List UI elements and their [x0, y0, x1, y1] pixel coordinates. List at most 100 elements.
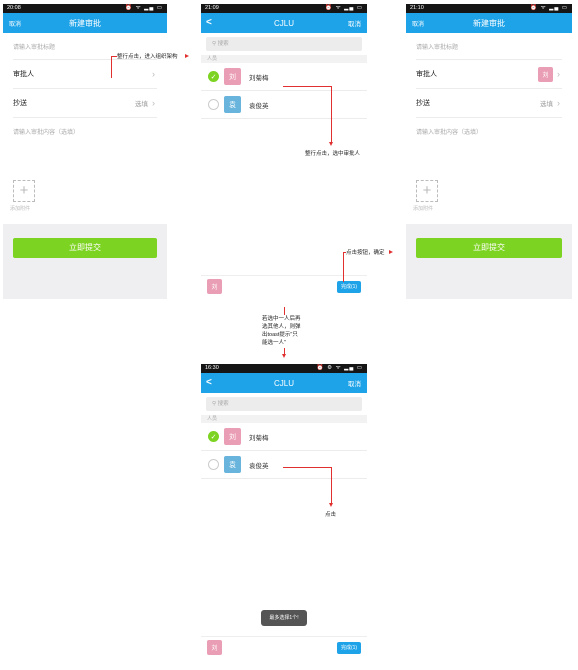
- selection-bar: 刘 完成(1): [201, 636, 367, 658]
- search-placeholder: 搜索: [217, 401, 229, 407]
- title-input[interactable]: 请输入审批标题: [416, 33, 562, 60]
- person-row[interactable]: 袁 袁俊英: [201, 91, 367, 119]
- cancel-button[interactable]: 取消: [9, 19, 21, 28]
- cc-value: 选填: [540, 101, 553, 108]
- annotation-text: 选其他人，则弹: [262, 324, 301, 330]
- annotation-text: 若选中一人后再: [262, 316, 301, 322]
- search-icon: ⚲: [212, 401, 217, 407]
- approver-row[interactable]: 审批人 ›: [13, 60, 157, 89]
- annotation-line: [283, 467, 331, 468]
- cc-row[interactable]: 抄送 选填 ›: [13, 89, 157, 118]
- status-time: 21:09: [205, 5, 219, 11]
- annotation-line: [284, 307, 285, 315]
- back-icon[interactable]: <: [206, 373, 212, 393]
- person-name: 袁俊英: [249, 102, 269, 110]
- person-name: 刘菊梅: [249, 434, 269, 442]
- annotation-text: 整行点击，选中审批人: [305, 151, 361, 157]
- arrow-right-icon: [185, 54, 189, 58]
- annotation-text: 点击按钮，确定: [346, 250, 385, 256]
- avatar: 刘: [224, 68, 241, 85]
- search-icon: ⚲: [212, 41, 217, 47]
- checkbox-empty-icon: [208, 459, 219, 470]
- page-title: 新建审批: [69, 18, 101, 28]
- cancel-button[interactable]: 取消: [348, 18, 361, 28]
- chevron-right-icon: ›: [557, 98, 560, 108]
- checkmark-icon: ✓: [208, 71, 219, 82]
- cc-label: 抄送: [13, 100, 27, 107]
- submit-button[interactable]: 立即提交: [13, 238, 157, 258]
- annotation-text: 能选一人": [262, 340, 286, 346]
- status-icons: ⏰ ᯤ ▂▄ ▭: [325, 5, 363, 11]
- arrow-down-icon: [282, 354, 286, 358]
- annotation-text: 整行点击，进入组织架构: [117, 54, 178, 60]
- status-time: 16:30: [205, 365, 219, 371]
- status-time: 21:10: [410, 5, 424, 11]
- arrow-down-icon: [329, 503, 333, 507]
- search-input[interactable]: ⚲ 搜索: [206, 397, 362, 411]
- content-input[interactable]: 请输入审批内容（选填）: [416, 118, 562, 144]
- status-bar: 21:10 ⏰ ᯤ ▂▄ ▭: [406, 4, 572, 13]
- page-title: 新建审批: [473, 18, 505, 28]
- page-title: CJLU: [273, 18, 294, 28]
- page-title: CJLU: [273, 378, 294, 388]
- approver-row[interactable]: 审批人 刘 ›: [416, 60, 562, 89]
- avatar: 袁: [224, 456, 241, 473]
- annotation-line: [111, 56, 112, 78]
- chevron-right-icon: ›: [152, 69, 155, 79]
- search-placeholder: 搜索: [217, 41, 229, 47]
- cc-label: 抄送: [416, 100, 430, 107]
- done-button[interactable]: 完成(1): [337, 642, 361, 654]
- arrow-right-icon: [389, 250, 393, 254]
- person-name: 刘菊梅: [249, 74, 269, 82]
- arrow-down-icon: [329, 142, 333, 146]
- cc-row[interactable]: 抄送 选填 ›: [416, 89, 562, 118]
- annotation-line: [283, 86, 331, 87]
- annotation-line: [331, 86, 332, 142]
- search-input[interactable]: ⚲ 搜索: [206, 37, 362, 51]
- cc-value: 选填: [135, 101, 148, 108]
- status-bar: 16:30 ⏰ ⚙ ᯤ ▂▄ ▭: [201, 364, 367, 373]
- screen-select-approver-toast: 16:30 ⏰ ⚙ ᯤ ▂▄ ▭ < CJLU 取消 ⚲ 搜索 人员 ✓ 刘 刘…: [201, 364, 367, 658]
- add-attachment-icon[interactable]: +: [13, 180, 35, 202]
- attachment-label: 添加附件: [10, 206, 31, 212]
- annotation-text: 点击: [325, 512, 337, 518]
- avatar: 刘: [224, 428, 241, 445]
- approver-label: 审批人: [416, 71, 437, 78]
- selected-avatar[interactable]: 刘: [207, 640, 222, 655]
- add-attachment-icon[interactable]: +: [416, 180, 438, 202]
- footer-area: 立即提交: [3, 224, 167, 299]
- screen-new-approval-filled: 21:10 ⏰ ᯤ ▂▄ ▭ 取消 新建审批 请输入审批标题 审批人 刘 › 抄…: [406, 4, 572, 299]
- person-row[interactable]: ✓ 刘 刘菊梅: [201, 423, 367, 451]
- toast-message: 最多选择1个!: [261, 610, 307, 626]
- approver-label: 审批人: [13, 71, 34, 78]
- section-label: 人员: [201, 55, 367, 63]
- content-input[interactable]: 请输入审批内容（选填）: [13, 118, 157, 144]
- status-icons: ⏰ ᯤ ▂▄ ▭: [530, 5, 568, 11]
- status-time: 20:08: [7, 5, 21, 11]
- chevron-right-icon: ›: [557, 69, 560, 79]
- screen-new-approval: 20:08 ⏰ ᯤ ▂▄ ▭ 取消 新建审批 请输入审批标题 审批人 › 抄送 …: [3, 4, 167, 299]
- cancel-button[interactable]: 取消: [348, 378, 361, 388]
- chevron-right-icon: ›: [152, 98, 155, 108]
- annotation-text-block: 若选中一人后再 选其他人，则弹 出toast提示"只 能选一人": [262, 315, 301, 347]
- nav-bar: 取消 新建审批: [3, 13, 167, 33]
- status-icons: ⏰ ᯤ ▂▄ ▭: [125, 5, 163, 11]
- person-row[interactable]: 袁 袁俊英: [201, 451, 367, 479]
- nav-bar: 取消 新建审批: [406, 13, 572, 33]
- checkmark-icon: ✓: [208, 431, 219, 442]
- annotation-line: [331, 467, 332, 503]
- avatar: 袁: [224, 96, 241, 113]
- status-bar: 20:08 ⏰ ᯤ ▂▄ ▭: [3, 4, 167, 13]
- back-icon[interactable]: <: [206, 13, 212, 33]
- selected-avatar[interactable]: 刘: [207, 279, 222, 294]
- submit-button[interactable]: 立即提交: [416, 238, 562, 258]
- cancel-button[interactable]: 取消: [412, 19, 424, 28]
- status-icons: ⏰ ⚙ ᯤ ▂▄ ▭: [316, 365, 363, 371]
- annotation-line: [343, 252, 344, 282]
- nav-bar: < CJLU 取消: [201, 373, 367, 393]
- attachment-label: 添加附件: [413, 206, 434, 212]
- done-button[interactable]: 完成(1): [337, 281, 361, 293]
- checkbox-empty-icon: [208, 99, 219, 110]
- approver-avatar: 刘: [538, 66, 553, 82]
- person-name: 袁俊英: [249, 462, 269, 470]
